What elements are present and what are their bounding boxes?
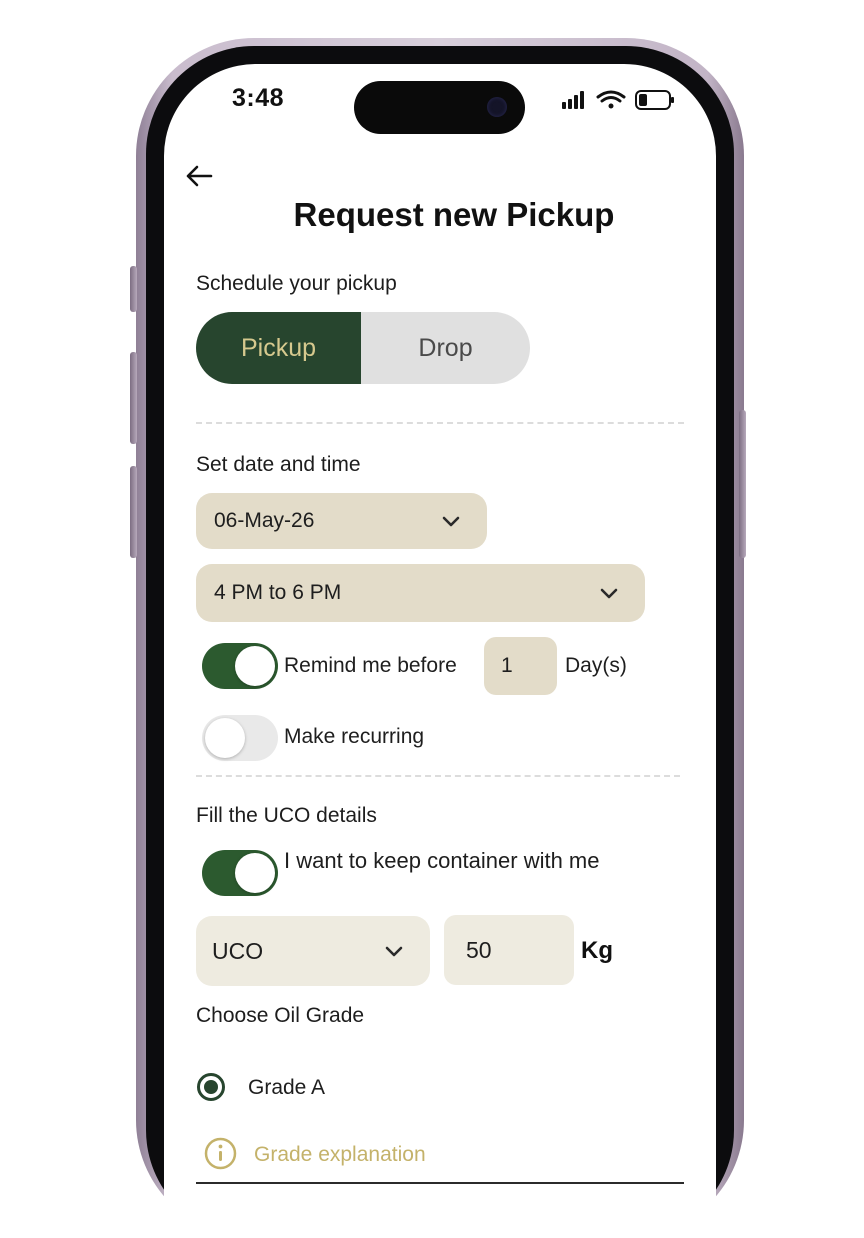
quantity-unit-label: Kg bbox=[581, 937, 613, 964]
battery-icon bbox=[635, 90, 674, 110]
toggle-knob bbox=[235, 646, 275, 686]
info-icon bbox=[204, 1137, 237, 1170]
chevron-down-icon bbox=[385, 946, 403, 957]
toggle-knob bbox=[235, 853, 275, 893]
time-slot-value: 4 PM to 6 PM bbox=[214, 581, 342, 604]
grade-explanation-link[interactable]: Grade explanation bbox=[254, 1143, 426, 1167]
oil-grade-label: Choose Oil Grade bbox=[196, 1004, 365, 1027]
wifi-icon bbox=[596, 90, 626, 109]
time-slot-select[interactable]: 4 PM to 6 PM bbox=[196, 564, 645, 622]
grade-a-label: Grade A bbox=[248, 1076, 326, 1099]
signal-icon bbox=[562, 91, 584, 109]
section-divider bbox=[196, 775, 680, 777]
dynamic-island bbox=[354, 81, 525, 134]
status-icons bbox=[562, 90, 674, 110]
page-title: Request new Pickup bbox=[293, 196, 615, 233]
front-camera-icon bbox=[487, 97, 507, 117]
pickup-drop-toggle: Pickup Drop bbox=[196, 312, 530, 384]
bottom-divider bbox=[196, 1182, 684, 1184]
action-button bbox=[130, 266, 137, 312]
uco-type-value: UCO bbox=[212, 937, 264, 964]
volume-down-button bbox=[130, 466, 137, 558]
pickup-option[interactable]: Pickup bbox=[196, 312, 361, 384]
quantity-input[interactable]: 50 bbox=[444, 915, 574, 985]
schedule-label: Schedule your pickup bbox=[196, 272, 397, 295]
datetime-label: Set date and time bbox=[196, 453, 361, 476]
reminder-label: Remind me before bbox=[284, 654, 457, 677]
recurring-label: Make recurring bbox=[284, 725, 425, 748]
grade-a-radio[interactable] bbox=[197, 1073, 225, 1101]
chevron-down-icon bbox=[600, 588, 618, 599]
volume-up-button bbox=[130, 352, 137, 444]
status-time: 3:48 bbox=[232, 84, 285, 112]
date-value: 06-May-26 bbox=[214, 509, 315, 532]
date-select[interactable]: 06-May-26 bbox=[196, 493, 487, 549]
power-button bbox=[739, 410, 746, 558]
toggle-knob bbox=[205, 718, 245, 758]
reminder-unit-label: Day(s) bbox=[565, 654, 627, 677]
reminder-days-input[interactable]: 1 bbox=[484, 637, 557, 695]
section-divider bbox=[196, 422, 684, 424]
uco-details-label: Fill the UCO details bbox=[196, 804, 377, 827]
recurring-toggle[interactable] bbox=[202, 715, 278, 761]
uco-type-select[interactable]: UCO bbox=[196, 916, 430, 986]
reminder-toggle[interactable] bbox=[202, 643, 278, 689]
keep-container-toggle[interactable] bbox=[202, 850, 278, 896]
back-arrow-icon[interactable] bbox=[184, 161, 214, 191]
keep-container-label: I want to keep container with me bbox=[284, 848, 600, 873]
drop-option[interactable]: Drop bbox=[361, 312, 530, 384]
chevron-down-icon bbox=[442, 516, 460, 527]
